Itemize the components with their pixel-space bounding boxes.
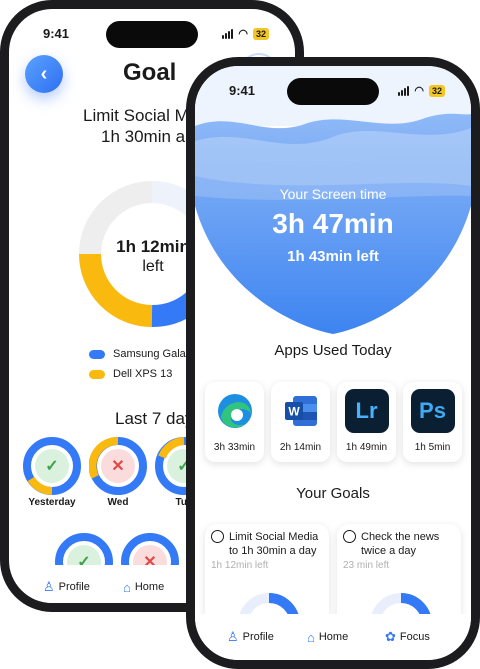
lightroom-icon: Lr — [344, 389, 389, 433]
home-icon: ⌂ — [123, 579, 131, 595]
status-time: 9:41 — [43, 26, 70, 41]
app-duration: 1h 49min — [345, 442, 388, 453]
apps-list: 3h 33min W 2h 14min Lr 1h 49min Ps 1h 5m… — [205, 382, 463, 462]
legend-swatch — [89, 349, 105, 359]
word-icon: W — [278, 389, 323, 433]
tab-label: Focus — [399, 631, 430, 643]
goal-target-icon — [211, 530, 224, 543]
battery-icon: 32 — [252, 27, 269, 40]
check-icon: ✓ — [35, 449, 69, 483]
page-title: Goal — [123, 59, 177, 86]
tab-profile[interactable]: ♙ Profile — [43, 579, 90, 595]
status-icons: ◠ 32 — [398, 84, 445, 97]
apps-used-title: Apps Used Today — [274, 342, 392, 359]
wifi-icon: ◠ — [238, 28, 248, 40]
day-status-wed[interactable]: ✕ Wed — [87, 436, 149, 508]
goal-time-left: 1h 12min left — [211, 560, 269, 571]
app-duration: 2h 14min — [279, 442, 322, 453]
status-icons: ◠ 32 — [222, 27, 269, 40]
cross-icon: ✕ — [101, 449, 135, 483]
screen-time-label: Your Screen time — [279, 186, 387, 202]
goal-title: Check the news twice a day — [361, 531, 440, 557]
remaining-suffix: left — [142, 258, 164, 275]
day-label: Yesterday — [28, 497, 76, 508]
tab-label: Home — [134, 581, 165, 593]
battery-icon: 32 — [428, 84, 445, 97]
home-screen: 9:41 ◠ 32 Your Screen time 3h 47min 1h 4… — [195, 66, 471, 660]
app-duration: 3h 33min — [213, 442, 256, 453]
status-bar: 9:41 ◠ 32 — [195, 80, 471, 102]
legend-label: Samsung Galaxy — [113, 348, 197, 360]
app-duration: 1h 5min — [414, 442, 451, 453]
tab-focus[interactable]: ✿ Focus — [385, 629, 430, 645]
wifi-icon: ◠ — [414, 85, 424, 97]
signal-icon — [222, 28, 234, 39]
chart-legend: Samsung Galaxy Dell XPS 13 — [89, 344, 197, 384]
screen-time-value: 3h 47min — [272, 208, 394, 239]
goal-time-left: 23 min left — [343, 560, 390, 571]
app-card-word[interactable]: W 2h 14min — [271, 382, 330, 462]
day-status-yesterday[interactable]: ✓ Yesterday — [21, 437, 83, 508]
tab-label: Home — [318, 631, 349, 643]
tab-bar: ♙ Profile ⌂ Home ✿ Focus — [195, 614, 471, 660]
app-card-lightroom[interactable]: Lr 1h 49min — [337, 382, 396, 462]
phone-home-screen: 9:41 ◠ 32 Your Screen time 3h 47min 1h 4… — [186, 57, 480, 669]
edge-icon — [212, 389, 257, 433]
legend-label: Dell XPS 13 — [113, 368, 173, 380]
legend-item: Dell XPS 13 — [89, 364, 197, 384]
goal-target-icon — [343, 530, 356, 543]
tab-home[interactable]: ⌂ Home — [123, 580, 164, 595]
status-time: 9:41 — [229, 83, 256, 98]
home-icon: ⌂ — [307, 629, 315, 645]
your-goals-title: Your Goals — [296, 485, 370, 502]
app-card-edge[interactable]: 3h 33min — [205, 382, 264, 462]
focus-flower-icon: ✿ — [385, 629, 396, 644]
app-card-photoshop[interactable]: Ps 1h 5min — [403, 382, 462, 462]
signal-icon — [398, 85, 410, 96]
tab-label: Profile — [58, 581, 90, 593]
photoshop-icon: Ps — [410, 389, 455, 433]
tab-label: Profile — [242, 631, 274, 643]
time-left: 1h 43min left — [287, 248, 379, 265]
day-label: Wed — [107, 497, 129, 508]
tab-home[interactable]: ⌂ Home — [307, 630, 348, 645]
person-icon: ♙ — [227, 629, 239, 644]
status-bar: 9:41 ◠ 32 — [9, 23, 295, 45]
person-icon: ♙ — [43, 579, 55, 594]
word-glyph: W — [288, 405, 300, 419]
tab-profile[interactable]: ♙ Profile — [227, 629, 274, 645]
back-button[interactable]: ‹ — [25, 55, 63, 93]
legend-item: Samsung Galaxy — [89, 344, 197, 364]
goal-title: Limit Social Media to 1h 30min a day — [229, 531, 319, 557]
legend-swatch — [89, 369, 105, 379]
chevron-left-icon: ‹ — [40, 62, 48, 85]
